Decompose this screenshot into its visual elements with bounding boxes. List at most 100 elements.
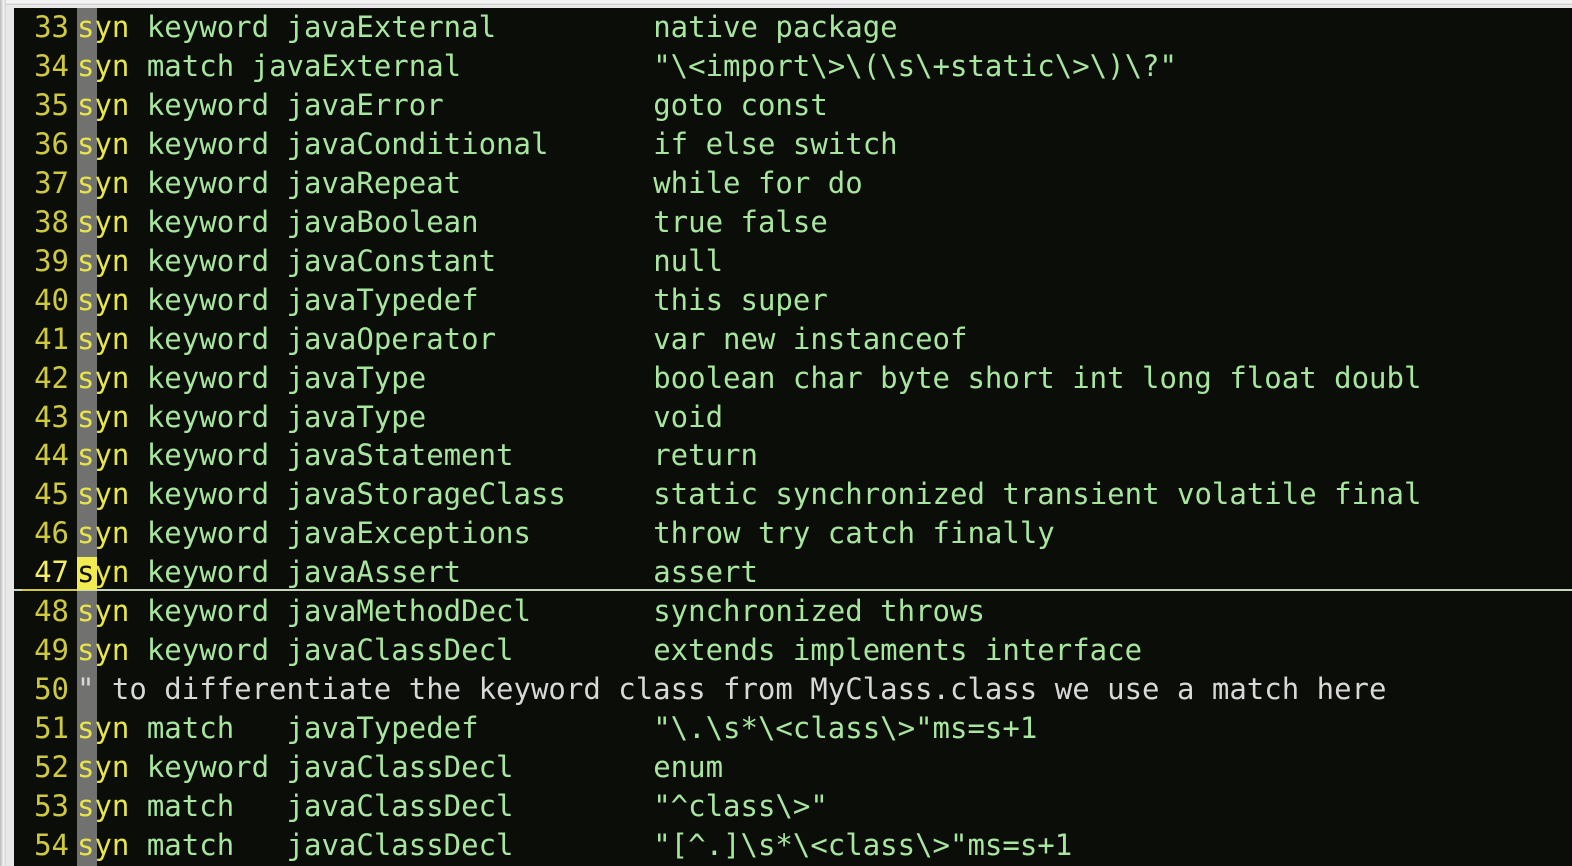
line-content: syn keyword javaExceptions throw try cat… — [77, 514, 1055, 553]
line-number: 40 — [34, 282, 69, 317]
syntax-keyword: syn — [77, 399, 130, 434]
syntax-group-name: keyword javaClassDecl — [129, 750, 514, 785]
syntax-group-name: keyword javaAssert — [129, 555, 462, 590]
text-line[interactable]: 49 syn keyword javaClassDecl extends impl… — [14, 631, 1572, 670]
syntax-keyword: syn — [77, 87, 130, 122]
column-gap — [514, 633, 654, 667]
line-number: 53 — [34, 789, 69, 823]
line-number: 38 — [34, 204, 69, 239]
syntax-group-name: keyword javaConstant — [129, 243, 497, 278]
syntax-keyword: syn — [77, 827, 130, 862]
column-gap — [479, 283, 654, 317]
text-line[interactable]: 36 syn keyword javaConditional if else sw… — [14, 125, 1572, 164]
syntax-group-name: keyword javaExternal — [129, 10, 497, 44]
line-number: 42 — [34, 360, 69, 395]
text-line[interactable]: 43 syn keyword javaType void — [14, 398, 1572, 437]
block-cursor-character: s — [77, 555, 95, 590]
syntax-group-name: match javaClassDecl — [129, 789, 514, 823]
syntax-keyword: syn — [77, 204, 130, 239]
window-top-border — [0, 0, 1572, 5]
line-content: syn match javaClassDecl "[^.]\s*\<class\… — [77, 826, 1072, 865]
syntax-keyword: syn — [77, 321, 130, 356]
text-line[interactable]: 44 syn keyword javaStatement return — [14, 436, 1572, 475]
column-gap — [531, 516, 653, 550]
line-number: 52 — [34, 750, 69, 785]
syntax-arguments: if else switch — [653, 126, 898, 161]
line-number: 36 — [34, 126, 69, 161]
text-line[interactable]: 47 syn keyword javaAssert assert — [14, 553, 1572, 592]
syntax-arguments: extends implements interface — [653, 633, 1143, 668]
line-content: syn match javaClassDecl "^class\>" — [77, 787, 828, 826]
syntax-arguments: assert — [653, 555, 758, 590]
line-content: syn match javaTypedef "\.\s*\<class\>"ms… — [77, 709, 1037, 748]
line-content: syn keyword javaStorageClass static sync… — [77, 475, 1421, 514]
syntax-arguments: while for do — [653, 165, 863, 200]
syntax-keyword: syn — [77, 126, 130, 161]
line-number: 49 — [34, 633, 69, 668]
text-line[interactable]: 46 syn keyword javaExceptions throw try c… — [14, 514, 1572, 553]
line-content: syn keyword javaError goto const — [77, 86, 828, 125]
syntax-arguments: var new instanceof — [653, 321, 968, 356]
text-line[interactable]: 34 syn match javaExternal "\<import\>\(\s… — [14, 47, 1572, 86]
line-content: syn keyword javaType void — [77, 398, 723, 437]
text-line[interactable]: 53 syn match javaClassDecl "^class\>" — [14, 787, 1572, 826]
syntax-arguments: "[^.]\s*\<class\>"ms=s+1 — [653, 827, 1073, 862]
column-gap — [461, 49, 653, 83]
line-number: 33 — [34, 10, 69, 44]
line-content: syn keyword javaBoolean true false — [77, 203, 828, 242]
column-gap — [444, 88, 654, 122]
text-line[interactable]: 48 syn keyword javaMethodDecl synchronize… — [14, 592, 1572, 631]
syntax-arguments: synchronized throws — [653, 594, 985, 629]
syntax-group-name: keyword javaRepeat — [129, 165, 462, 200]
line-content: syn match javaExternal "\<import\>\(\s\+… — [77, 47, 1177, 86]
text-line[interactable]: 52 syn keyword javaClassDecl enum — [14, 748, 1572, 787]
line-number: 34 — [34, 48, 69, 83]
column-gap — [426, 400, 653, 434]
column-gap — [514, 750, 654, 784]
syntax-keyword: syn — [77, 165, 130, 200]
syntax-group-name: keyword javaTypedef — [129, 282, 479, 317]
syntax-keyword: syn — [77, 594, 130, 629]
syntax-keyword: syn — [77, 789, 130, 823]
column-gap — [514, 789, 654, 823]
text-line[interactable]: 54 syn match javaClassDecl "[^.]\s*\<clas… — [14, 826, 1572, 865]
text-line[interactable]: 37 syn keyword javaRepeat while for do — [14, 164, 1572, 203]
syntax-group-name: keyword javaClassDecl — [129, 633, 514, 668]
text-line[interactable]: 45 syn keyword javaStorageClass static sy… — [14, 475, 1572, 514]
text-line[interactable]: 40 syn keyword javaTypedef this super — [14, 281, 1572, 320]
line-number: 51 — [34, 711, 69, 746]
syntax-group-name: match javaClassDecl — [129, 827, 514, 862]
line-number: 39 — [34, 243, 69, 278]
text-line[interactable]: 35 syn keyword javaError goto const — [14, 86, 1572, 125]
text-line[interactable]: 42 syn keyword javaType boolean char byte… — [14, 359, 1572, 398]
syntax-arguments: void — [653, 399, 724, 434]
syntax-keyword: syn — [77, 10, 130, 44]
column-gap — [496, 322, 653, 356]
text-line[interactable]: 50 " to differentiate the keyword class f… — [14, 670, 1572, 709]
syntax-group-name: match javaExternal — [129, 48, 462, 83]
syntax-group-name: match javaTypedef — [129, 711, 479, 746]
syntax-group-name: keyword javaType — [129, 399, 427, 434]
column-gap — [461, 166, 653, 200]
text-line[interactable]: 33 syn keyword javaExternal native packag… — [14, 8, 1572, 47]
column-gap — [548, 127, 653, 161]
line-number: 48 — [34, 594, 69, 629]
syntax-arguments: "\<import\>\(\s\+static\>\)\?" — [653, 48, 1177, 83]
text-line[interactable]: 41 syn keyword javaOperator var new insta… — [14, 320, 1572, 359]
line-number: 46 — [34, 516, 69, 551]
syntax-keyword: syn — [77, 48, 130, 83]
syntax-keyword: syn — [77, 750, 130, 785]
syntax-keyword: syn — [77, 516, 130, 551]
line-number: 41 — [34, 321, 69, 356]
line-content: syn keyword javaMethodDecl synchronized … — [77, 592, 985, 631]
line-number: 47 — [14, 553, 77, 592]
text-line[interactable]: 38 syn keyword javaBoolean true false — [14, 203, 1572, 242]
line-content: syn keyword javaConditional if else swit… — [77, 125, 898, 164]
text-line[interactable]: 39 syn keyword javaConstant null — [14, 242, 1572, 281]
text-line[interactable]: 51 syn match javaTypedef "\.\s*\<class\>"… — [14, 709, 1572, 748]
vim-editor-buffer[interactable]: 33 syn keyword javaExternal native packag… — [14, 8, 1572, 866]
line-content: syn keyword javaStatement return — [77, 436, 758, 475]
line-content: syn keyword javaExternal native package — [77, 8, 898, 47]
line-number: 37 — [34, 165, 69, 200]
syntax-arguments: "\.\s*\<class\>"ms=s+1 — [653, 711, 1038, 746]
